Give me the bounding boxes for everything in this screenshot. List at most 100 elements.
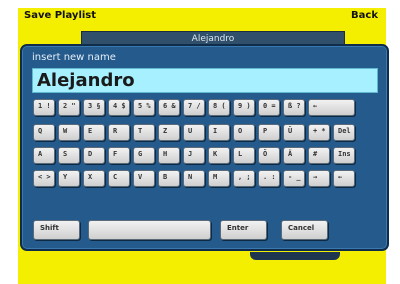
- key-1-7[interactable]: I: [208, 124, 230, 141]
- key-1-0[interactable]: Q: [33, 124, 55, 141]
- key-0-1[interactable]: 2 ": [58, 99, 80, 116]
- key-3-11[interactable]: →: [308, 170, 330, 187]
- key-3-8[interactable]: , ;: [233, 170, 255, 187]
- key-label: 0 =: [263, 102, 276, 110]
- key-label: Ä: [288, 150, 293, 158]
- key-label: F: [113, 150, 118, 158]
- key-1-1[interactable]: W: [58, 124, 80, 141]
- enter-button[interactable]: Enter: [220, 220, 267, 240]
- cancel-button-label: Cancel: [288, 224, 315, 232]
- key-label: J: [188, 150, 193, 158]
- key-2-4[interactable]: G: [133, 147, 155, 164]
- key-label: G: [138, 150, 143, 158]
- key-label: Z: [163, 127, 168, 135]
- key-3-0[interactable]: < >: [33, 170, 55, 187]
- key-label: V: [138, 173, 143, 181]
- key-label: 5 %: [138, 102, 151, 110]
- key-label: I: [213, 127, 218, 135]
- key-3-2[interactable]: X: [83, 170, 105, 187]
- key-2-10[interactable]: Ä: [283, 147, 305, 164]
- key-2-0[interactable]: A: [33, 147, 55, 164]
- key-label: Y: [63, 173, 68, 181]
- key-label: U: [188, 127, 193, 135]
- key-1-4[interactable]: T: [133, 124, 155, 141]
- key-label: R: [113, 127, 118, 135]
- space-bar[interactable]: [88, 220, 211, 240]
- key-label: H: [163, 150, 168, 158]
- key-3-1[interactable]: Y: [58, 170, 80, 187]
- key-3-12[interactable]: ←: [333, 170, 355, 187]
- key-2-6[interactable]: J: [183, 147, 205, 164]
- key-label: B: [163, 173, 168, 181]
- name-input[interactable]: Alejandro: [32, 68, 378, 93]
- enter-button-label: Enter: [227, 224, 249, 232]
- key-2-7[interactable]: K: [208, 147, 230, 164]
- key-1-6[interactable]: U: [183, 124, 205, 141]
- key-label: E: [88, 127, 93, 135]
- key-1-10[interactable]: Ü: [283, 124, 305, 141]
- key-label: T: [138, 127, 143, 135]
- key-0-0[interactable]: 1 !: [33, 99, 55, 116]
- key-label: L: [238, 150, 243, 158]
- key-label: Ö: [263, 150, 268, 158]
- key-2-8[interactable]: L: [233, 147, 255, 164]
- key-label: ß ?: [288, 102, 301, 110]
- key-3-9[interactable]: . :: [258, 170, 280, 187]
- dialog-shadow: [250, 252, 340, 260]
- key-1-5[interactable]: Z: [158, 124, 180, 141]
- key-0-5[interactable]: 6 &: [158, 99, 180, 116]
- key-3-6[interactable]: N: [183, 170, 205, 187]
- key-2-5[interactable]: H: [158, 147, 180, 164]
- key-label: K: [213, 150, 218, 158]
- key-1-2[interactable]: E: [83, 124, 105, 141]
- key-label: A: [38, 150, 43, 158]
- key-0-7[interactable]: 8 (: [208, 99, 230, 116]
- shift-button-label: Shift: [40, 224, 59, 232]
- key-label: Q: [38, 127, 43, 135]
- key-0-11[interactable]: ←: [308, 99, 355, 116]
- key-0-2[interactable]: 3 §: [83, 99, 105, 116]
- key-label: O: [238, 127, 243, 135]
- page-title: Save Playlist: [24, 10, 97, 21]
- key-label: ←: [338, 173, 343, 181]
- key-label: N: [188, 173, 193, 181]
- key-0-9[interactable]: 0 =: [258, 99, 280, 116]
- key-label: W: [63, 127, 68, 135]
- prompt-label: insert new name: [32, 52, 116, 63]
- key-1-9[interactable]: P: [258, 124, 280, 141]
- key-2-3[interactable]: F: [108, 147, 130, 164]
- key-1-12[interactable]: Del: [333, 124, 355, 141]
- key-label: Del: [338, 127, 351, 135]
- key-3-7[interactable]: M: [208, 170, 230, 187]
- key-0-6[interactable]: 7 /: [183, 99, 205, 116]
- key-label: 9 ): [238, 102, 251, 110]
- key-label: + *: [313, 127, 326, 135]
- key-0-10[interactable]: ß ?: [283, 99, 305, 116]
- key-1-3[interactable]: R: [108, 124, 130, 141]
- cancel-button[interactable]: Cancel: [281, 220, 328, 240]
- key-2-11[interactable]: #: [308, 147, 330, 164]
- key-1-11[interactable]: + *: [308, 124, 330, 141]
- key-label: Ü: [288, 127, 293, 135]
- key-label: 3 §: [88, 102, 101, 110]
- key-2-1[interactable]: S: [58, 147, 80, 164]
- key-3-10[interactable]: - _: [283, 170, 305, 187]
- key-0-8[interactable]: 9 ): [233, 99, 255, 116]
- key-label: M: [213, 173, 218, 181]
- key-label: S: [63, 150, 68, 158]
- key-0-3[interactable]: 4 $: [108, 99, 130, 116]
- key-2-9[interactable]: Ö: [258, 147, 280, 164]
- key-label: C: [113, 173, 118, 181]
- keyboard-dialog: insert new name Alejandro 1 ! 2 " 3 § 4 $ 5 …: [20, 44, 389, 251]
- key-2-12[interactable]: Ins: [333, 147, 355, 164]
- key-label: < >: [38, 173, 51, 181]
- key-2-2[interactable]: D: [83, 147, 105, 164]
- key-3-5[interactable]: B: [158, 170, 180, 187]
- key-3-4[interactable]: V: [133, 170, 155, 187]
- key-0-4[interactable]: 5 %: [133, 99, 155, 116]
- shift-button[interactable]: Shift: [33, 220, 80, 240]
- back-button[interactable]: Back: [351, 10, 378, 21]
- key-3-3[interactable]: C: [108, 170, 130, 187]
- key-label: P: [263, 127, 268, 135]
- key-1-8[interactable]: O: [233, 124, 255, 141]
